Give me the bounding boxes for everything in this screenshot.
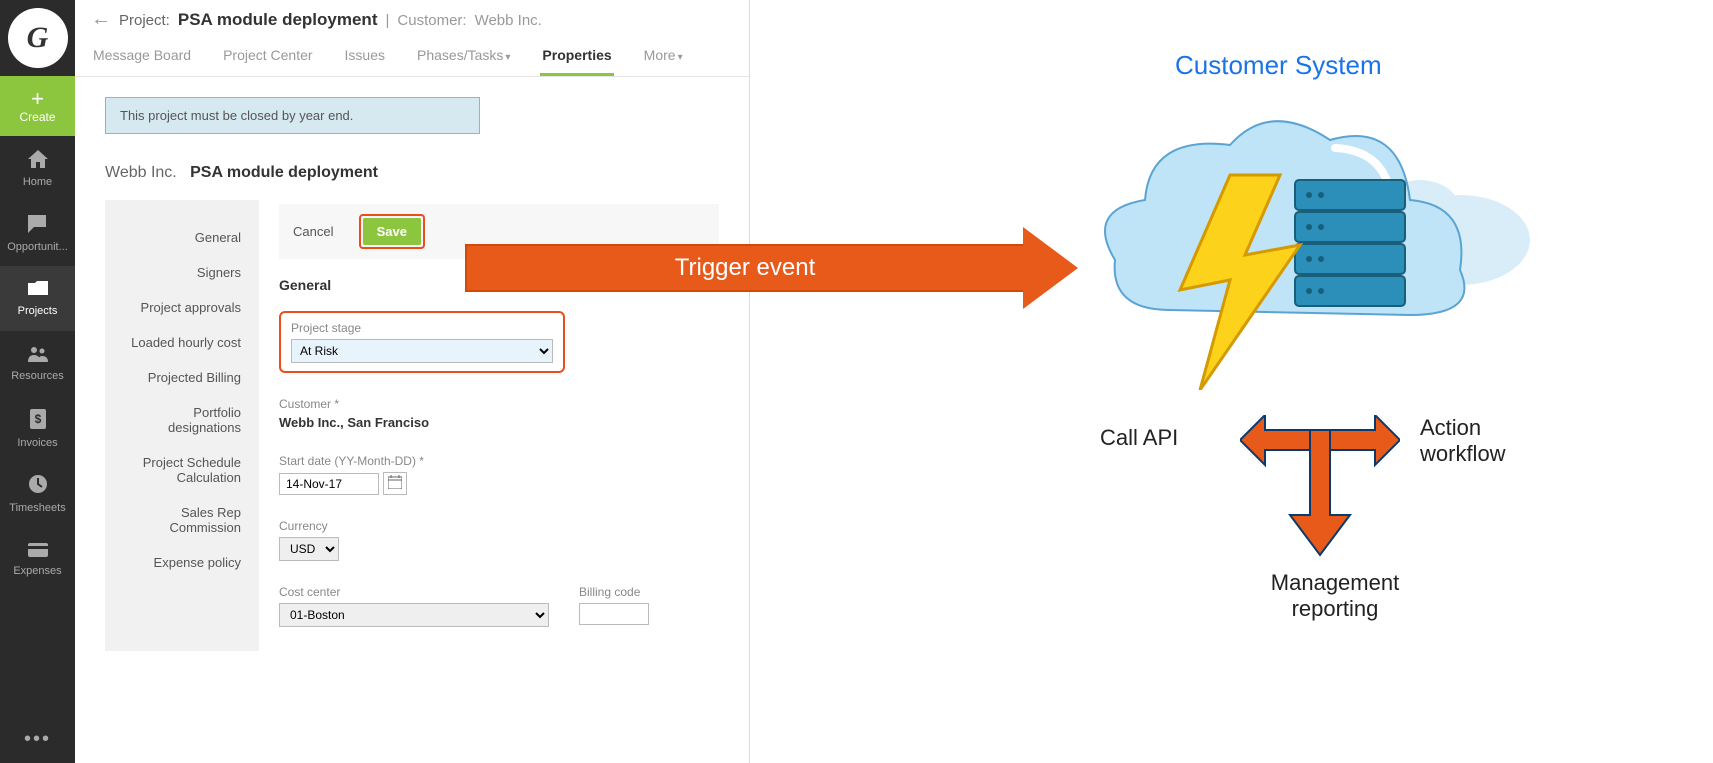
body-area: This project must be closed by year end.… <box>75 77 749 671</box>
cloud-graphic <box>1090 110 1530 390</box>
management-reporting-label: Management reporting <box>1250 570 1420 622</box>
notice-banner: This project must be closed by year end. <box>105 97 480 134</box>
trigger-arrow: Trigger event <box>465 232 1090 304</box>
billing-code-input[interactable] <box>579 603 649 625</box>
tab-project-center[interactable]: Project Center <box>221 41 314 76</box>
section-menu-expense-policy[interactable]: Expense policy <box>105 545 259 580</box>
project-stage-highlight: Project stage At Risk <box>279 311 565 373</box>
currency-label: Currency <box>279 519 719 533</box>
calendar-icon[interactable] <box>383 472 407 495</box>
chevron-down-icon: ▾ <box>505 52 510 63</box>
project-prefix: Project: <box>119 12 170 29</box>
tab-label: More <box>644 47 676 63</box>
currency-select[interactable]: USD <box>279 537 339 561</box>
app-main: ← Project: PSA module deployment | Custo… <box>75 0 750 763</box>
nav-label: Timesheets <box>9 502 65 514</box>
tab-properties[interactable]: Properties <box>540 41 613 76</box>
cost-center-select[interactable]: 01-Boston <box>279 603 549 627</box>
nav-label: Resources <box>11 370 64 382</box>
start-date-label: Start date (YY-Month-DD) * <box>279 454 719 468</box>
breadcrumb: Webb Inc. PSA module deployment <box>105 164 719 182</box>
people-icon <box>28 346 48 367</box>
breadcrumb-customer: Webb Inc. <box>105 164 177 181</box>
tab-more[interactable]: More▾ <box>642 41 685 76</box>
tab-bar: Message Board Project Center Issues Phas… <box>91 41 733 76</box>
section-menu-schedule-calc[interactable]: Project Schedule Calculation <box>105 445 259 495</box>
section-menu: General Signers Project approvals Loaded… <box>105 200 259 651</box>
home-icon <box>28 150 48 173</box>
back-arrow-icon[interactable]: ← <box>91 8 111 31</box>
customer-name: Webb Inc. <box>475 12 542 29</box>
chevron-down-icon: ▾ <box>678 52 683 63</box>
sidebar-item-projects[interactable]: Projects <box>0 266 75 331</box>
section-menu-approvals[interactable]: Project approvals <box>105 290 259 325</box>
sidebar-item-timesheets[interactable]: Timesheets <box>0 461 75 526</box>
clock-icon <box>28 474 48 499</box>
plus-icon: + <box>31 88 44 110</box>
section-menu-signers[interactable]: Signers <box>105 255 259 290</box>
tab-phases-tasks[interactable]: Phases/Tasks▾ <box>415 41 512 76</box>
section-menu-sales-commission[interactable]: Sales Rep Commission <box>105 495 259 545</box>
create-button[interactable]: + Create <box>0 76 75 136</box>
billing-code-label: Billing code <box>579 585 649 599</box>
customer-separator: | <box>385 12 389 29</box>
section-menu-general[interactable]: General <box>105 220 259 255</box>
start-date-input[interactable] <box>279 473 379 495</box>
cost-center-label: Cost center <box>279 585 549 599</box>
customer-value: Webb Inc., San Franciso <box>279 415 719 430</box>
breadcrumb-project: PSA module deployment <box>190 164 378 181</box>
project-stage-select[interactable]: At Risk <box>291 339 553 363</box>
t-junction-arrows <box>1240 415 1400 555</box>
sidebar-item-opportunities[interactable]: Opportunit... <box>0 201 75 266</box>
customer-label: Customer * <box>279 397 719 411</box>
card-icon <box>28 541 48 562</box>
section-menu-hourly-cost[interactable]: Loaded hourly cost <box>105 325 259 360</box>
app-logo: G <box>8 8 68 68</box>
sidebar-item-home[interactable]: Home <box>0 136 75 201</box>
folder-icon <box>28 281 48 302</box>
customer-system-title: Customer System <box>1175 50 1382 81</box>
project-stage-label: Project stage <box>291 321 553 335</box>
nav-label: Opportunit... <box>7 241 68 253</box>
trigger-arrow-label: Trigger event <box>465 244 1025 292</box>
tab-label: Phases/Tasks <box>417 47 503 63</box>
sidebar-more-icon[interactable]: ••• <box>0 716 75 763</box>
invoice-icon: $ <box>30 409 46 434</box>
call-api-label: Call API <box>1100 425 1178 451</box>
nav-label: Projects <box>18 305 58 317</box>
create-label: Create <box>19 110 55 124</box>
cancel-button[interactable]: Cancel <box>293 224 333 239</box>
nav-label: Invoices <box>17 437 57 449</box>
tab-issues[interactable]: Issues <box>343 41 387 76</box>
tab-message-board[interactable]: Message Board <box>91 41 193 76</box>
sidebar-item-expenses[interactable]: Expenses <box>0 526 75 591</box>
sidebar-item-resources[interactable]: Resources <box>0 331 75 396</box>
left-sidebar: G + Create Home Opportunit... Projects R… <box>0 0 75 763</box>
page-header: ← Project: PSA module deployment | Custo… <box>75 0 749 77</box>
save-button[interactable]: Save <box>363 218 421 245</box>
nav-label: Home <box>23 176 52 188</box>
svg-text:$: $ <box>34 412 41 426</box>
arrow-head-icon <box>1023 227 1078 309</box>
sidebar-item-invoices[interactable]: $ Invoices <box>0 396 75 461</box>
nav-label: Expenses <box>13 565 61 577</box>
section-menu-portfolio[interactable]: Portfolio designations <box>105 395 259 445</box>
chat-icon <box>28 215 48 238</box>
diagram-area: Customer System Trig <box>750 0 1710 763</box>
action-workflow-label: Action workflow <box>1420 415 1540 467</box>
customer-prefix: Customer: <box>397 12 466 29</box>
section-menu-projected-billing[interactable]: Projected Billing <box>105 360 259 395</box>
project-name: PSA module deployment <box>178 10 378 30</box>
save-highlight: Save <box>359 214 425 249</box>
